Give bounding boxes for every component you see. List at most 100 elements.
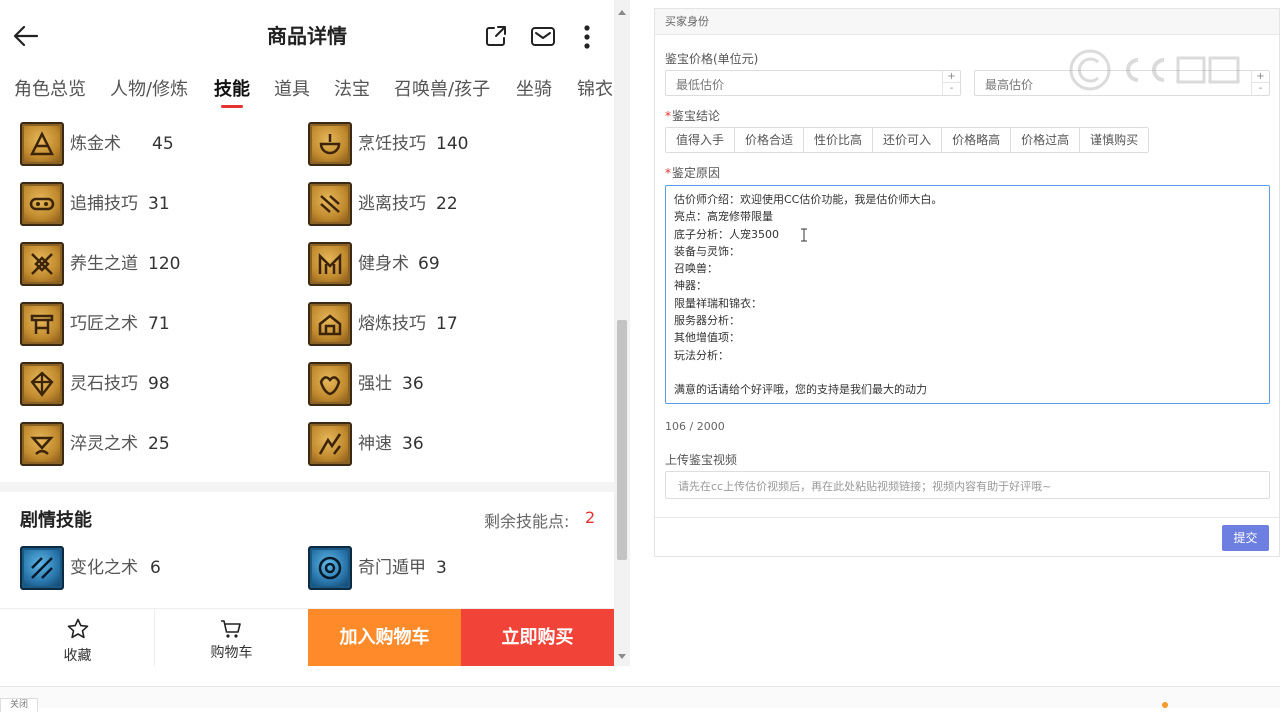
scroll-up-icon[interactable] bbox=[618, 10, 626, 15]
skill-level: 69 bbox=[418, 254, 440, 274]
page-scrollbar[interactable] bbox=[614, 0, 630, 666]
price-label: 鉴宝价格(单位元) bbox=[665, 52, 759, 66]
story-skills-title: 剧情技能 bbox=[20, 510, 92, 531]
wellness-skill-icon bbox=[20, 242, 64, 286]
share-icon[interactable] bbox=[484, 24, 508, 48]
reason-line: 底子分析：人宠3500 bbox=[674, 227, 779, 241]
min-price-stepper[interactable]: + - bbox=[942, 71, 960, 95]
shopping-cart-icon bbox=[221, 620, 241, 638]
skill-level: 22 bbox=[436, 194, 458, 214]
increment-button[interactable]: + bbox=[1252, 71, 1269, 83]
decrement-button[interactable]: - bbox=[1252, 83, 1269, 95]
skill-name: 淬灵之术 bbox=[70, 434, 138, 454]
remaining-points-label: 剩余技能点: bbox=[484, 512, 570, 531]
mail-icon[interactable] bbox=[530, 24, 556, 48]
video-link-input[interactable]: 请先在cc上传估价视频后，再在此处粘贴视频链接；视频内容有助于好评哦~ bbox=[665, 471, 1270, 499]
skill-name: 巧匠之术 bbox=[70, 314, 138, 334]
reason-line: 限量祥瑞和锦衣： bbox=[674, 296, 762, 310]
conclusion-option[interactable]: 值得入手 bbox=[665, 127, 736, 153]
form-header: 买家身份 bbox=[655, 9, 1279, 35]
increment-button[interactable]: + bbox=[943, 71, 960, 83]
buy-now-button[interactable]: 立即购买 bbox=[461, 609, 614, 666]
skill-level: 140 bbox=[436, 134, 469, 154]
skill-name: 变化之术 bbox=[70, 558, 138, 578]
conclusion-option[interactable]: 价格合适 bbox=[734, 127, 805, 153]
bottom-strip bbox=[0, 686, 1280, 708]
add-to-cart-button[interactable]: 加入购物车 bbox=[308, 609, 461, 666]
skill-name: 神速 bbox=[358, 434, 392, 454]
smelting-skill-icon bbox=[308, 302, 352, 346]
cc-live-watermark-logo bbox=[1069, 49, 1240, 91]
reason-line: 装备与灵饰： bbox=[674, 244, 740, 258]
decrement-button[interactable]: - bbox=[943, 83, 960, 95]
reason-line: 满意的话请给个好评哦，您的支持是我们最大的动力 bbox=[674, 383, 927, 397]
scroll-down-icon[interactable] bbox=[618, 654, 626, 659]
cart-label: 购物车 bbox=[210, 645, 253, 661]
favorite-label: 收藏 bbox=[63, 648, 92, 664]
skill-name: 炼金术 bbox=[70, 134, 121, 154]
transformation-skill-icon bbox=[20, 546, 64, 590]
tab-character-training[interactable]: 人物/修炼 bbox=[110, 76, 188, 104]
submit-button[interactable]: 提交 bbox=[1222, 525, 1269, 551]
skill-name: 健身术 bbox=[358, 254, 409, 274]
swiftness-skill-icon bbox=[308, 422, 352, 466]
cooking-skill-icon bbox=[308, 122, 352, 166]
tab-summons-children[interactable]: 召唤兽/孩子 bbox=[394, 76, 490, 104]
tab-role-overview[interactable]: 角色总览 bbox=[14, 76, 86, 104]
text-cursor-icon bbox=[801, 228, 807, 242]
skill-name: 养生之道 bbox=[70, 254, 138, 274]
section-divider bbox=[0, 482, 614, 492]
conclusion-option[interactable]: 还价可入 bbox=[872, 127, 943, 153]
video-label: 上传鉴宝视频 bbox=[665, 453, 738, 467]
skill-level: 36 bbox=[402, 374, 424, 394]
favorite-button[interactable]: 收藏 bbox=[0, 609, 155, 666]
conclusion-option[interactable]: 价格过高 bbox=[1010, 127, 1081, 153]
reason-textarea[interactable]: 估价师介绍：欢迎使用CC估价功能，我是估价师大白。 亮点：高宠修带限量 底子分析… bbox=[665, 185, 1270, 404]
skill-name: 灵石技巧 bbox=[70, 374, 138, 394]
tab-mounts[interactable]: 坐骑 bbox=[516, 76, 552, 104]
reason-line: 估价师介绍：欢迎使用CC估价功能，我是估价师大白。 bbox=[674, 193, 943, 206]
close-tab[interactable]: 关闭 bbox=[0, 698, 38, 712]
reason-line: 亮点：高宠修带限量 bbox=[674, 210, 773, 224]
reason-line: 神器： bbox=[674, 279, 707, 293]
min-price-input[interactable]: 最低估价 + - bbox=[665, 70, 961, 96]
required-mark: * bbox=[665, 109, 671, 123]
form-footer-divider bbox=[655, 517, 1279, 518]
conclusion-option[interactable]: 性价比高 bbox=[803, 127, 874, 153]
skill-level: 6 bbox=[150, 558, 161, 578]
conclusion-option[interactable]: 谨慎购买 bbox=[1079, 127, 1150, 153]
reason-line: 玩法分析： bbox=[674, 348, 729, 362]
reason-label: *鉴定原因 bbox=[665, 166, 721, 180]
skill-name: 熔炼技巧 bbox=[358, 314, 426, 334]
active-tab-indicator bbox=[221, 105, 243, 108]
page-title: 商品详情 bbox=[267, 24, 347, 48]
scrollbar-thumb[interactable] bbox=[617, 320, 627, 560]
spirit-quench-skill-icon bbox=[20, 422, 64, 466]
reason-line: 召唤兽： bbox=[674, 262, 718, 276]
fitness-skill-icon bbox=[308, 242, 352, 286]
reason-line: 其他增值项： bbox=[674, 331, 740, 345]
skill-level: 25 bbox=[148, 434, 170, 454]
min-price-placeholder: 最低估价 bbox=[676, 78, 725, 92]
strength-skill-icon bbox=[308, 362, 352, 406]
tab-outfits[interactable]: 锦衣 bbox=[577, 76, 613, 104]
cart-button[interactable]: 购物车 bbox=[155, 609, 308, 666]
conclusion-options: 值得入手 价格合适 性价比高 还价可入 价格略高 价格过高 谨慎购买 bbox=[665, 127, 1150, 153]
conclusion-option[interactable]: 价格略高 bbox=[941, 127, 1012, 153]
bottom-action-bar: 收藏 购物车 加入购物车 立即购买 bbox=[0, 608, 614, 666]
max-price-stepper[interactable]: + - bbox=[1251, 71, 1269, 95]
spirit-stone-skill-icon bbox=[20, 362, 64, 406]
skill-level: 36 bbox=[402, 434, 424, 454]
required-mark: * bbox=[665, 166, 671, 180]
skill-name: 奇门遁甲 bbox=[358, 558, 426, 578]
tab-magic-treasures[interactable]: 法宝 bbox=[334, 76, 370, 104]
reason-line bbox=[674, 364, 1261, 381]
craftsman-skill-icon bbox=[20, 302, 64, 346]
category-tabs: 角色总览 人物/修炼 技能 道具 法宝 召唤兽/孩子 坐骑 锦衣 bbox=[0, 76, 614, 112]
tab-skills[interactable]: 技能 bbox=[214, 76, 250, 104]
skill-level: 45 bbox=[152, 134, 174, 154]
notification-dot bbox=[1162, 702, 1168, 708]
star-icon bbox=[67, 618, 89, 639]
more-options-icon[interactable] bbox=[578, 24, 596, 50]
tab-items[interactable]: 道具 bbox=[274, 76, 310, 104]
